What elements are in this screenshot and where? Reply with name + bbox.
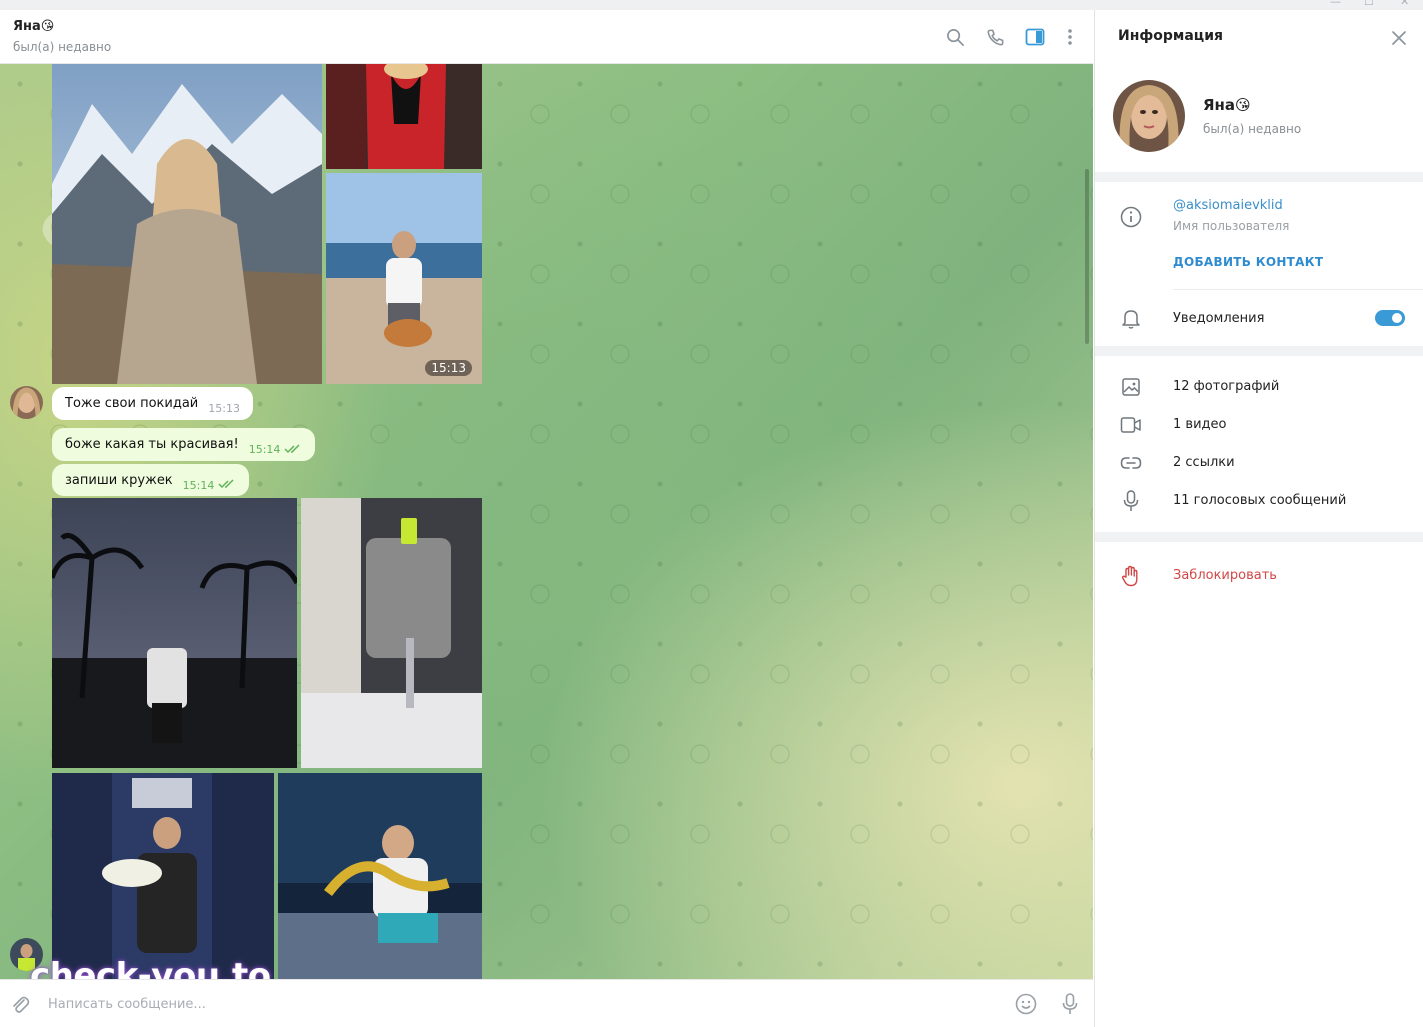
- more-vertical-icon[interactable]: [1059, 26, 1081, 48]
- mic-icon: [1118, 488, 1144, 514]
- message-bubble-outgoing[interactable]: боже какая ты красивая! 15:14: [52, 428, 316, 461]
- section-divider: [1095, 346, 1423, 356]
- photo-icon: [1118, 374, 1144, 400]
- message-composer: [0, 979, 1093, 1027]
- sidebar-toggle-icon[interactable]: [1024, 26, 1046, 48]
- message-text: боже какая ты красивая!: [65, 437, 239, 452]
- video-icon: [1118, 412, 1144, 438]
- add-contact-button[interactable]: ДОБАВИТЬ КОНТАКТ: [1173, 255, 1323, 269]
- section-divider: [1095, 172, 1423, 182]
- message-bubble-outgoing[interactable]: запиши кружек 15:14: [52, 464, 250, 496]
- info-panel: Информация Яна😘 был(а) недавно @aksiomai…: [1094, 10, 1423, 1027]
- album-photo-palms-night[interactable]: [52, 498, 297, 768]
- notifications-label: Уведомления: [1173, 311, 1265, 326]
- info-panel-title: Информация: [1118, 28, 1223, 44]
- section-divider: [1095, 532, 1423, 542]
- paperclip-icon[interactable]: [8, 992, 32, 1016]
- message-bubble-incoming[interactable]: Тоже свои покидай 15:13: [52, 387, 253, 420]
- album-photo-mirror-selfie[interactable]: [301, 498, 482, 768]
- message-text: Тоже свои покидай: [65, 396, 199, 411]
- close-window-button[interactable]: ✕: [1400, 0, 1409, 8]
- media-photos-row[interactable]: 12 фотографий: [1173, 379, 1279, 394]
- chat-scrollbar[interactable]: [1085, 169, 1089, 344]
- profile-name: Яна😘: [1203, 96, 1251, 114]
- phone-icon[interactable]: [984, 26, 1006, 48]
- chat-title[interactable]: Яна😘: [13, 19, 54, 34]
- info-icon: [1118, 204, 1144, 230]
- minimize-button[interactable]: —: [1330, 0, 1341, 8]
- album-photo-snake[interactable]: [278, 773, 482, 979]
- username-label: Имя пользователя: [1173, 219, 1290, 233]
- chat-status: был(а) недавно: [13, 40, 112, 54]
- block-user-button[interactable]: Заблокировать: [1173, 568, 1277, 583]
- block-hand-icon: [1118, 563, 1144, 589]
- message-time: 15:14: [248, 443, 281, 456]
- mic-icon[interactable]: [1058, 992, 1082, 1016]
- profile-status: был(а) недавно: [1203, 122, 1302, 136]
- album-photo-elevator[interactable]: [52, 773, 274, 979]
- title-bar: — ☐ ✕: [0, 0, 1423, 10]
- bell-icon: [1118, 306, 1144, 332]
- album-time-badge: 15:13: [425, 360, 472, 376]
- sender-avatar[interactable]: [10, 386, 43, 419]
- message-time: 15:13: [208, 402, 240, 415]
- message-list[interactable]: CHECK-YOU.ME: [0, 64, 1093, 979]
- album-photo-beach-dog[interactable]: 15:13: [326, 173, 482, 384]
- read-checks-icon: [284, 443, 300, 453]
- username-link[interactable]: @aksiomaievklid: [1173, 198, 1283, 213]
- media-voice-row[interactable]: 11 голосовых сообщений: [1173, 493, 1346, 508]
- message-text: запиши кружек: [65, 472, 173, 488]
- message-time: 15:14: [182, 478, 215, 492]
- divider-line: [1173, 289, 1423, 290]
- notifications-toggle[interactable]: [1375, 310, 1405, 326]
- message-input[interactable]: [48, 993, 948, 1015]
- close-icon[interactable]: [1388, 27, 1410, 49]
- album-photo-mountain[interactable]: [52, 64, 322, 384]
- profile-avatar[interactable]: [1113, 80, 1185, 152]
- link-icon: [1118, 450, 1144, 476]
- maximize-button[interactable]: ☐: [1364, 0, 1374, 8]
- media-videos-row[interactable]: 1 видео: [1173, 417, 1226, 432]
- emoji-icon[interactable]: [1014, 992, 1038, 1016]
- chat-header: Яна😘 был(а) недавно: [0, 10, 1093, 64]
- read-checks-icon: [218, 479, 234, 489]
- search-icon[interactable]: [944, 26, 966, 48]
- album-photo-red-suit[interactable]: [326, 64, 482, 169]
- media-links-row[interactable]: 2 ссылки: [1173, 455, 1235, 470]
- telegram-window: — ☐ ✕ Яна😘 был(а) недавно CHECK-YOU.ME: [0, 0, 1423, 1027]
